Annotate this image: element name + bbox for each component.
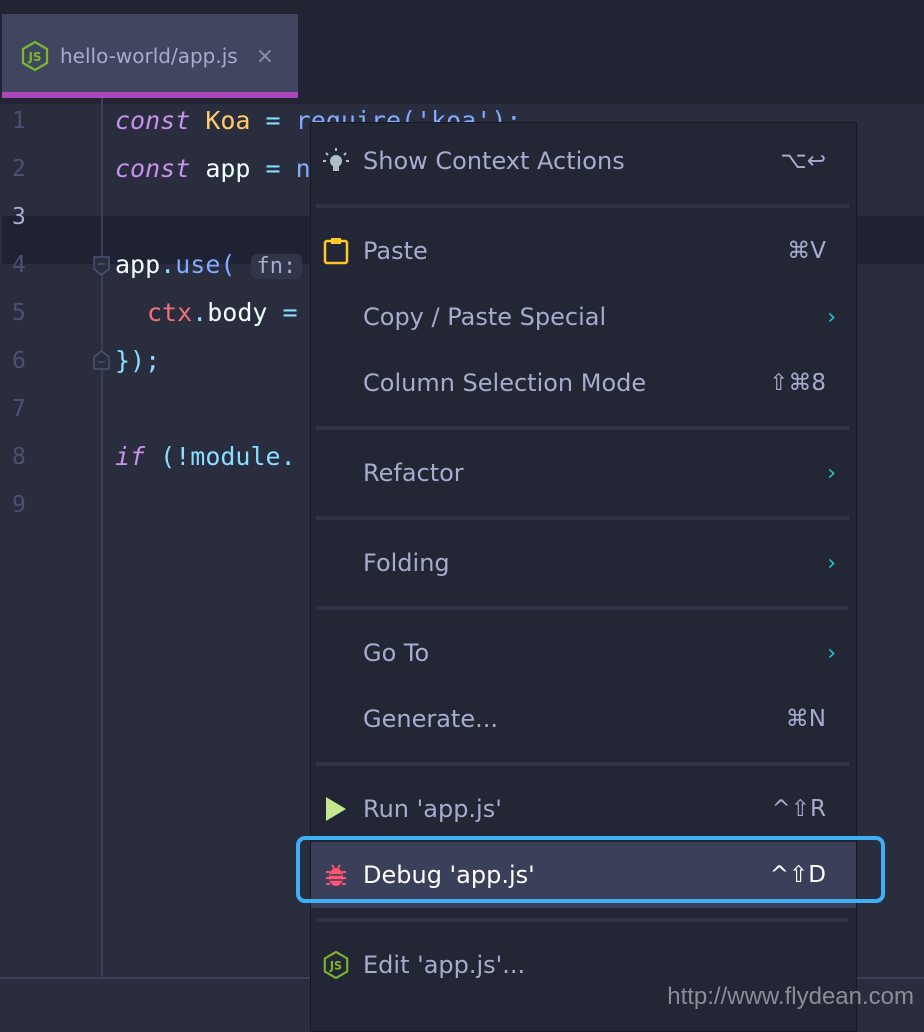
- menu-separator: [311, 416, 856, 440]
- shortcut: ⌘V: [787, 238, 826, 264]
- menu-separator: [311, 596, 856, 620]
- menu-item-go-to[interactable]: Go To ›: [311, 620, 856, 686]
- shortcut: ⌘N: [785, 706, 826, 732]
- menu-item-run[interactable]: Run 'app.js' ^⇧R: [311, 776, 856, 842]
- menu-item-copy-paste-special[interactable]: Copy / Paste Special ›: [311, 284, 856, 350]
- line-number: 9: [12, 492, 26, 518]
- line-number: 3: [12, 204, 26, 230]
- tab-app-js[interactable]: JS hello-world/app.js ×: [2, 14, 298, 98]
- line-number: 1: [12, 108, 26, 134]
- line-number: 4: [12, 252, 26, 278]
- menu-item-generate[interactable]: Generate... ⌘N: [311, 686, 856, 752]
- parameter-hint: fn:: [250, 254, 303, 279]
- shortcut: ⇧⌘8: [769, 370, 826, 396]
- tab-bar: JS hello-world/app.js ×: [0, 0, 924, 104]
- code-line-5: ctx.body =: [147, 298, 298, 327]
- code-line-2: const app = n: [115, 154, 311, 183]
- line-number: 2: [12, 156, 26, 182]
- code-line-6: });: [115, 346, 161, 375]
- nodejs-icon: JS: [21, 40, 49, 72]
- svg-text:JS: JS: [27, 50, 41, 64]
- line-number: 7: [12, 396, 26, 422]
- chevron-right-icon: ›: [827, 640, 836, 666]
- fold-icon[interactable]: [93, 256, 110, 276]
- bug-icon: [321, 860, 351, 890]
- close-icon[interactable]: ×: [256, 44, 274, 69]
- line-number: 8: [12, 444, 26, 470]
- shortcut: ^⇧D: [769, 862, 826, 888]
- svg-text:JS: JS: [329, 960, 342, 973]
- play-icon: [321, 794, 351, 824]
- menu-item-refactor[interactable]: Refactor ›: [311, 440, 856, 506]
- menu-separator: [311, 752, 856, 776]
- menu-item-column-selection-mode[interactable]: Column Selection Mode ⇧⌘8: [311, 350, 856, 416]
- watermark: http://www.flydean.com: [667, 983, 914, 1010]
- menu-item-debug[interactable]: Debug 'app.js' ^⇧D: [311, 842, 856, 908]
- nodejs-icon: JS: [321, 950, 351, 980]
- shortcut: ^⇧R: [771, 796, 826, 822]
- menu-separator: [311, 194, 856, 218]
- menu-item-paste[interactable]: Paste ⌘V: [311, 218, 856, 284]
- chevron-right-icon: ›: [827, 460, 836, 486]
- fold-icon[interactable]: [93, 350, 110, 370]
- clipboard-icon: [321, 236, 351, 266]
- line-number: 6: [12, 348, 26, 374]
- menu-item-folding[interactable]: Folding ›: [311, 530, 856, 596]
- menu-item-show-context-actions[interactable]: Show Context Actions ⌥↩: [311, 128, 856, 194]
- line-number: 5: [12, 300, 26, 326]
- lightbulb-icon: [321, 146, 351, 176]
- code-line-4: app.use( fn: a: [115, 241, 332, 291]
- menu-separator: [311, 908, 856, 932]
- chevron-right-icon: ›: [827, 304, 836, 330]
- code-line-8: if (!module.: [115, 442, 296, 471]
- menu-separator: [311, 506, 856, 530]
- chevron-right-icon: ›: [827, 550, 836, 576]
- gutter-divider: [101, 98, 103, 978]
- tab-title: hello-world/app.js: [60, 44, 238, 68]
- context-menu: Show Context Actions ⌥↩ Paste ⌘V Copy / …: [310, 122, 857, 1032]
- shortcut: ⌥↩: [780, 148, 826, 174]
